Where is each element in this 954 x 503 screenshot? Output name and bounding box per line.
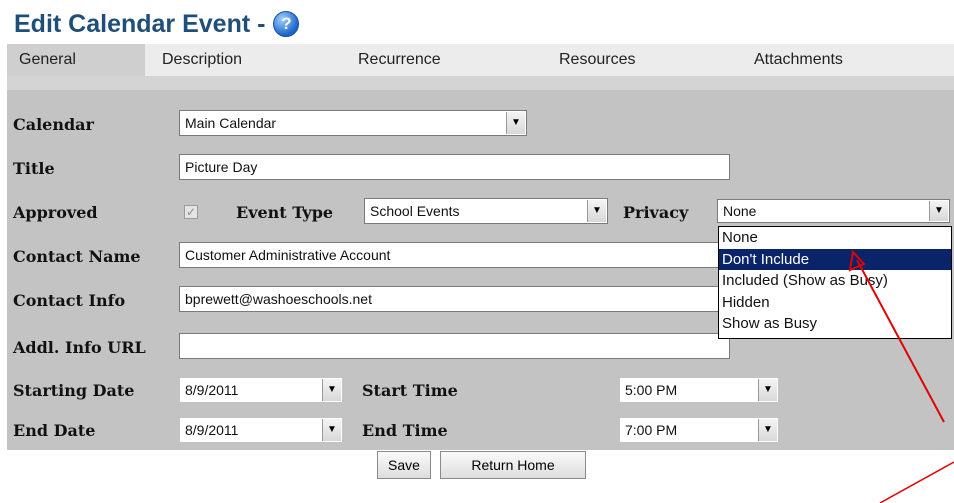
event-type-select[interactable]: School Events ▼: [364, 198, 608, 224]
page-title: Edit Calendar Event -: [14, 9, 266, 38]
approved-checkbox[interactable]: ✓: [184, 205, 198, 219]
privacy-select-value: None: [723, 203, 757, 219]
calendar-dropdown-icon[interactable]: ▼: [322, 419, 341, 441]
addl-info-url-label: Addl. Info URL: [13, 338, 146, 357]
clock-dropdown-icon[interactable]: ▼: [758, 419, 777, 441]
calendar-dropdown-icon[interactable]: ▼: [322, 379, 341, 401]
title-input[interactable]: Picture Day: [179, 154, 730, 180]
calendar-select-value: Main Calendar: [185, 115, 277, 131]
chevron-down-icon[interactable]: ▼: [587, 200, 606, 222]
end-date-value: 8/9/2011: [185, 422, 239, 438]
contact-info-label: Contact Info: [13, 291, 126, 310]
end-time-label: End Time: [362, 421, 448, 440]
privacy-dropdown-list: None Don't Include Included (Show as Bus…: [718, 226, 952, 339]
event-type-select-value: School Events: [370, 203, 460, 219]
panel-strip: [7, 76, 954, 90]
tab-general[interactable]: General: [7, 44, 145, 76]
end-time-value: 7:00 PM: [625, 422, 678, 438]
approved-label: Approved: [13, 203, 98, 222]
privacy-option-none[interactable]: None: [719, 227, 951, 249]
addl-info-url-input[interactable]: [179, 333, 730, 359]
calendar-label: Calendar: [13, 115, 94, 134]
save-button[interactable]: Save: [377, 451, 431, 479]
chevron-down-icon[interactable]: ▼: [929, 201, 948, 221]
tab-bar: General Description Recurrence Resources…: [7, 44, 954, 76]
starting-date-picker[interactable]: 8/9/2011 ▼: [179, 377, 343, 403]
title-label: Title: [13, 159, 55, 178]
privacy-option-show-as-busy[interactable]: Show as Busy: [719, 313, 951, 335]
chevron-down-icon[interactable]: ▼: [506, 112, 525, 134]
page-header: Edit Calendar Event - ?: [14, 6, 300, 42]
help-icon[interactable]: ?: [273, 11, 300, 37]
end-date-picker[interactable]: 8/9/2011 ▼: [179, 417, 343, 443]
annotation-arrow-line-2: [879, 461, 954, 503]
privacy-option-included-show-as-busy[interactable]: Included (Show as Busy): [719, 270, 951, 292]
start-time-value: 5:00 PM: [625, 382, 678, 398]
end-time-picker[interactable]: 7:00 PM ▼: [619, 417, 779, 443]
clock-dropdown-icon[interactable]: ▼: [758, 379, 777, 401]
return-home-button[interactable]: Return Home: [440, 451, 586, 479]
contact-info-input[interactable]: bprewett@washoeschools.net: [179, 286, 730, 312]
calendar-select[interactable]: Main Calendar ▼: [179, 110, 527, 136]
contact-name-label: Contact Name: [13, 247, 141, 266]
privacy-label: Privacy: [623, 203, 689, 222]
start-time-label: Start Time: [362, 381, 458, 400]
event-type-label: Event Type: [236, 203, 334, 222]
contact-name-input[interactable]: Customer Administrative Account: [179, 242, 730, 268]
starting-date-value: 8/9/2011: [185, 382, 239, 398]
tab-attachments[interactable]: Attachments: [742, 44, 954, 76]
privacy-select[interactable]: None ▼: [717, 199, 950, 223]
privacy-option-hidden[interactable]: Hidden: [719, 292, 951, 314]
tab-resources[interactable]: Resources: [547, 44, 738, 76]
start-time-picker[interactable]: 5:00 PM ▼: [619, 377, 779, 403]
end-date-label: End Date: [13, 421, 96, 440]
tab-description[interactable]: Description: [150, 44, 346, 76]
tab-recurrence[interactable]: Recurrence: [346, 44, 541, 76]
privacy-option-dont-include[interactable]: Don't Include: [719, 248, 951, 271]
starting-date-label: Starting Date: [13, 381, 135, 400]
